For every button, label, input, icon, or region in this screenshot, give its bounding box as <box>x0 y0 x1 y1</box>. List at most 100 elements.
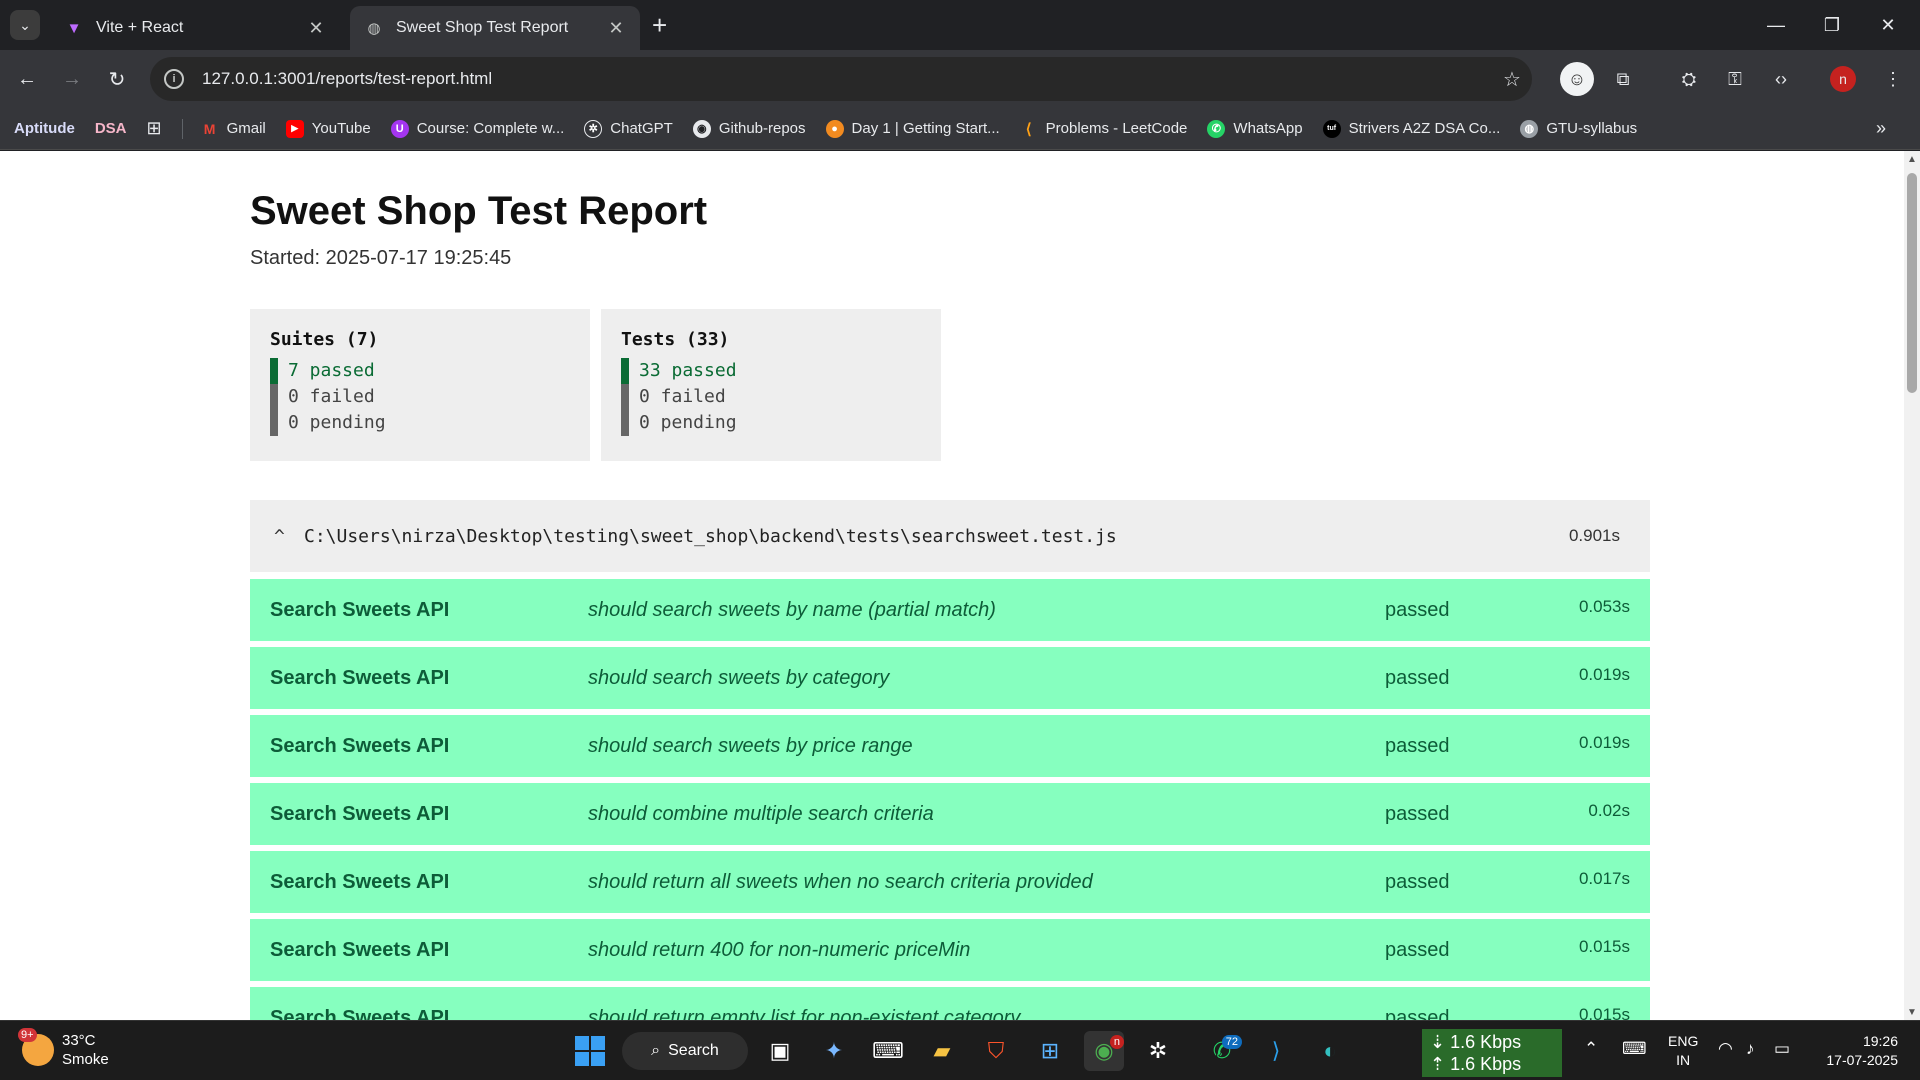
input-language[interactable]: ENG IN <box>1668 1032 1698 1070</box>
brave-browser-icon[interactable]: ⛉ <box>976 1031 1016 1071</box>
bookmark-youtube[interactable]: ▶ YouTube <box>285 119 371 138</box>
profile-avatar[interactable]: n <box>1830 66 1856 92</box>
bookmark-star-icon[interactable]: ☆ <box>1492 67 1532 92</box>
file-explorer-icon[interactable]: ▰ <box>922 1031 962 1071</box>
test-name: should return 400 for non-numeric priceM… <box>588 939 971 961</box>
close-window-button[interactable]: ✕ <box>1860 0 1916 50</box>
test-row: Search Sweets API should search sweets b… <box>250 579 1650 641</box>
upload-speed: ⇡ 1.6 Kbps <box>1430 1054 1522 1074</box>
wifi-icon[interactable]: ◠ <box>1718 1039 1733 1059</box>
extension-avatar-icon[interactable]: ☺ <box>1560 62 1594 96</box>
tab-title: Sweet Shop Test Report <box>396 19 569 36</box>
test-suite-name: Search Sweets API <box>270 1007 450 1020</box>
touch-keyboard-icon[interactable]: ⌨ <box>1622 1039 1647 1059</box>
scroll-up-arrow-icon[interactable]: ▲ <box>1904 151 1920 167</box>
bookmark-chatgpt[interactable]: ✲ ChatGPT <box>584 119 673 138</box>
test-duration: 0.019s <box>1578 665 1630 684</box>
apps-grid-icon[interactable]: ⊞ <box>147 118 162 139</box>
whatsapp-unread-badge: 72 <box>1221 1035 1242 1049</box>
bookmark-folder-dsa[interactable]: DSA <box>95 120 127 137</box>
test-duration: 0.019s <box>1578 733 1630 752</box>
bookmark-course[interactable]: U Course: Complete w... <box>390 119 565 138</box>
search-label: Search <box>668 1042 719 1059</box>
tab-test-report[interactable]: ◍ Sweet Shop Test Report ✕ <box>350 6 640 50</box>
copilot-icon[interactable]: ✦ <box>814 1031 854 1071</box>
test-file-header[interactable]: ^ C:\Users\nirza\Desktop\testing\sweet_s… <box>250 500 1650 572</box>
show-hidden-icons-chevron[interactable]: ⌃ <box>1584 1039 1598 1059</box>
address-bar[interactable]: i 127.0.0.1:3001/reports/test-report.htm… <box>150 57 1532 101</box>
youtube-icon: ▶ <box>285 119 304 138</box>
chatgpt-app-icon[interactable]: ✲ <box>1138 1031 1178 1071</box>
windows-taskbar: 9+ 33°C Smoke ⌕ Search ▣ ✦ ⌨ ▰ ⛉ ⊞ ◉ n ✲… <box>0 1020 1920 1080</box>
url-text[interactable]: 127.0.0.1:3001/reports/test-report.html <box>202 69 1492 89</box>
test-suite-name: Search Sweets API <box>270 599 450 621</box>
bookmark-github[interactable]: ◉ Github-repos <box>692 119 806 138</box>
test-status: passed <box>1385 803 1450 825</box>
globe-icon: ◍ <box>1520 119 1539 138</box>
tab-title: Vite + React <box>96 19 184 36</box>
new-tab-button[interactable]: + <box>652 12 667 38</box>
bookmark-whatsapp[interactable]: ✆ WhatsApp <box>1207 119 1303 138</box>
bookmark-leetcode[interactable]: ⟨ Problems - LeetCode <box>1020 120 1188 138</box>
password-key-icon[interactable]: ⚿ <box>1718 62 1752 96</box>
minimize-button[interactable]: — <box>1748 0 1804 50</box>
tab-search-button[interactable]: ⌄ <box>10 10 40 40</box>
bookmark-label: Strivers A2Z DSA Co... <box>1348 120 1501 137</box>
bookmark-folder-aptitude[interactable]: Aptitude <box>14 120 75 137</box>
clock-date: 17-07-2025 <box>1826 1052 1898 1068</box>
system-clock[interactable]: 19:26 17-07-2025 <box>1818 1032 1898 1070</box>
reload-button[interactable]: ↻ <box>100 62 134 96</box>
bookmark-gtu[interactable]: ◍ GTU-syllabus <box>1520 119 1638 138</box>
download-speed: ⇣ 1.6 Kbps <box>1430 1032 1522 1052</box>
weather-condition: Smoke <box>62 1051 109 1068</box>
test-name: should return all sweets when no search … <box>588 871 1093 893</box>
volume-icon[interactable]: ♪ <box>1746 1039 1755 1059</box>
battery-icon[interactable]: ▭ <box>1774 1039 1790 1059</box>
suites-failed: 0 failed <box>270 384 570 410</box>
microsoft-store-icon[interactable]: ⊞ <box>1030 1031 1070 1071</box>
terminal-icon[interactable]: ⌨ <box>868 1031 908 1071</box>
vscode-icon[interactable]: ⟩ <box>1256 1031 1296 1071</box>
region-code: IN <box>1676 1052 1691 1068</box>
whatsapp-app-icon[interactable]: ✆ 72 <box>1202 1031 1242 1071</box>
close-tab-icon[interactable]: ✕ <box>606 18 626 39</box>
edge-icon[interactable]: ◐ <box>1310 1031 1350 1071</box>
tab-vite-react[interactable]: ▼ Vite + React ✕ <box>50 6 340 50</box>
restore-button[interactable]: ❐ <box>1804 0 1860 50</box>
site-info-icon[interactable]: i <box>164 69 184 89</box>
chrome-icon[interactable]: ◉ n <box>1084 1031 1124 1071</box>
suites-pending: 0 pending <box>270 410 570 436</box>
menu-kebab-icon[interactable]: ⋮ <box>1876 62 1910 96</box>
bookmark-gmail[interactable]: M Gmail <box>201 120 266 138</box>
test-name: should search sweets by name (partial ma… <box>588 599 996 621</box>
test-row: Search Sweets API should combine multipl… <box>250 783 1650 845</box>
extensions-puzzle-icon[interactable]: ⧉ <box>1606 62 1640 96</box>
collapse-caret-icon[interactable]: ^ <box>274 526 304 547</box>
bookmark-day1[interactable]: ● Day 1 | Getting Start... <box>825 119 1000 138</box>
suites-passed: 7 passed <box>270 358 570 384</box>
forward-button[interactable]: → <box>55 62 89 96</box>
scroll-down-arrow-icon[interactable]: ▼ <box>1904 1004 1920 1020</box>
code-icon[interactable]: ‹› <box>1764 62 1798 96</box>
bookmark-strivers[interactable]: tuf Strivers A2Z DSA Co... <box>1322 119 1501 138</box>
page-scrollbar[interactable]: ▲ ▼ <box>1904 151 1920 1020</box>
weather-widget[interactable]: 9+ 33°C Smoke <box>18 1028 109 1069</box>
test-name: should combine multiple search criteria <box>588 803 934 825</box>
test-suite-name: Search Sweets API <box>270 803 450 825</box>
incognito-icon[interactable]: ⛭ <box>1672 62 1706 96</box>
globe-icon: ◍ <box>367 20 381 37</box>
bookmark-label: Course: Complete w... <box>416 120 565 137</box>
taskbar-search[interactable]: ⌕ Search <box>622 1032 748 1070</box>
test-row: Search Sweets API should search sweets b… <box>250 715 1650 777</box>
bookmark-label: GTU-syllabus <box>1546 120 1638 137</box>
test-row: Search Sweets API should search sweets b… <box>250 647 1650 709</box>
windows-start-icon[interactable] <box>570 1031 610 1071</box>
clock-time: 19:26 <box>1862 1033 1898 1049</box>
back-button[interactable]: ← <box>10 62 44 96</box>
more-bookmarks-chevron-icon[interactable]: » <box>1876 118 1886 139</box>
scrollbar-thumb[interactable] <box>1907 173 1917 393</box>
tab-strip: ⌄ ▼ Vite + React ✕ ◍ Sweet Shop Test Rep… <box>0 0 1920 50</box>
close-tab-icon[interactable]: ✕ <box>306 18 326 39</box>
test-row: Search Sweets API should return 400 for … <box>250 919 1650 981</box>
task-view-icon[interactable]: ▣ <box>760 1031 800 1071</box>
